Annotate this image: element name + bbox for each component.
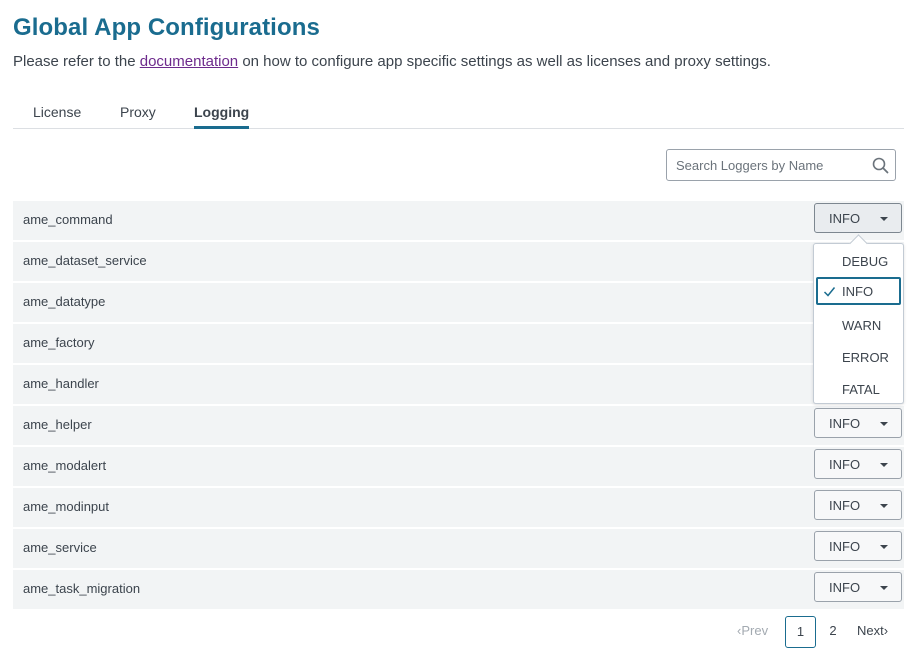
prev-label: Prev	[741, 623, 769, 638]
option-label: WARN	[842, 318, 882, 333]
logger-row: ame_service INFO	[13, 529, 904, 568]
page-title: Global App Configurations	[13, 14, 320, 41]
logger-name: ame_task_migration	[23, 581, 141, 596]
log-level-option-fatal[interactable]: FATAL	[816, 375, 901, 403]
logger-row: ame_handler	[13, 365, 904, 404]
caret-down-icon	[880, 504, 888, 508]
caret-down-icon	[880, 422, 888, 426]
logger-row: ame_helper INFO	[13, 406, 904, 445]
option-label: ERROR	[842, 350, 889, 365]
log-level-option-error[interactable]: ERROR	[816, 343, 901, 371]
tab-logging[interactable]: Logging	[194, 104, 250, 129]
caret-down-icon	[880, 545, 888, 549]
next-label: Next	[857, 623, 884, 638]
caret-down-icon	[880, 586, 888, 590]
checkmark-icon	[823, 287, 836, 297]
log-level-option-warn[interactable]: WARN	[816, 311, 901, 339]
page-button-1[interactable]: 1	[785, 616, 816, 648]
logger-name: ame_dataset_service	[23, 253, 147, 268]
search-box	[666, 149, 896, 181]
log-level-select[interactable]: INFO	[814, 449, 902, 479]
logger-name: ame_service	[23, 540, 97, 555]
caret-down-icon	[880, 463, 888, 467]
log-level-select[interactable]: INFO	[814, 531, 902, 561]
log-level-value: INFO	[829, 416, 861, 431]
logger-name: ame_modinput	[23, 499, 109, 514]
page-button-2[interactable]: 2	[827, 616, 839, 646]
tab-proxy[interactable]: Proxy	[120, 104, 156, 120]
next-page-button[interactable]: Next›	[857, 616, 888, 646]
tab-bar: License Proxy Logging	[13, 96, 904, 129]
logger-row: ame_modalert INFO	[13, 447, 904, 486]
option-label: FATAL	[842, 382, 880, 397]
search-icon[interactable]	[872, 157, 889, 174]
chevron-right-icon: ›	[883, 623, 889, 638]
tab-license[interactable]: License	[33, 104, 81, 120]
documentation-link[interactable]: documentation	[140, 53, 238, 70]
logger-name: ame_datatype	[23, 294, 106, 309]
logger-row: ame_task_migration INFO	[13, 570, 904, 609]
log-level-option-debug[interactable]: DEBUG	[816, 247, 901, 275]
log-level-value: INFO	[829, 457, 861, 472]
log-level-value: INFO	[829, 211, 861, 226]
description-text-after: on how to configure app specific setting…	[242, 53, 771, 70]
logger-row: ame_factory	[13, 324, 904, 363]
log-level-option-info[interactable]: INFO	[816, 277, 901, 305]
log-level-value: INFO	[829, 498, 861, 513]
logger-name: ame_command	[23, 212, 113, 227]
logger-name: ame_helper	[23, 417, 92, 432]
log-level-select[interactable]: INFO	[814, 203, 902, 233]
log-level-select[interactable]: INFO	[814, 490, 902, 520]
logger-row: ame_dataset_service	[13, 242, 904, 281]
page-description: Please refer to the documentation on how…	[13, 53, 771, 70]
description-text-before: Please refer to the	[13, 53, 136, 70]
logger-row: ame_datatype	[13, 283, 904, 322]
log-level-value: INFO	[829, 539, 861, 554]
logger-row: ame_command INFO	[13, 201, 904, 240]
search-input[interactable]	[676, 150, 861, 180]
option-label: INFO	[842, 284, 874, 299]
log-level-select[interactable]: INFO	[814, 408, 902, 438]
logger-name: ame_modalert	[23, 458, 107, 473]
logger-name: ame_handler	[23, 376, 99, 391]
logger-list: ame_command INFO ame_dataset_service ame…	[13, 201, 904, 611]
logger-name: ame_factory	[23, 335, 95, 350]
prev-page-button[interactable]: ‹Prev	[737, 616, 768, 646]
logger-row: ame_modinput INFO	[13, 488, 904, 527]
caret-down-icon	[880, 217, 888, 221]
option-label: DEBUG	[842, 254, 889, 269]
log-level-select[interactable]: INFO	[814, 572, 902, 602]
log-level-value: INFO	[829, 580, 861, 595]
log-level-dropdown-menu: DEBUG INFO WARN ERROR FATAL	[813, 243, 904, 404]
